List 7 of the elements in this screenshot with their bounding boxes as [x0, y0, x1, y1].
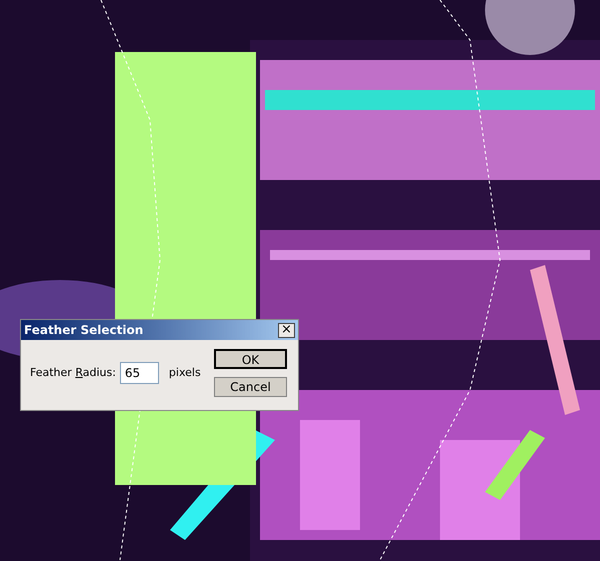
- window-title: Feather Selection: [24, 322, 144, 339]
- close-button[interactable]: ×: [278, 322, 295, 338]
- radius-field[interactable]: 65: [120, 362, 159, 384]
- dialog-button[interactable]: OK: [214, 349, 287, 369]
- field-label: Feather Radius:: [30, 364, 116, 381]
- dialog-button[interactable]: Cancel: [214, 377, 287, 397]
- unit-label: pixels: [168, 364, 201, 381]
